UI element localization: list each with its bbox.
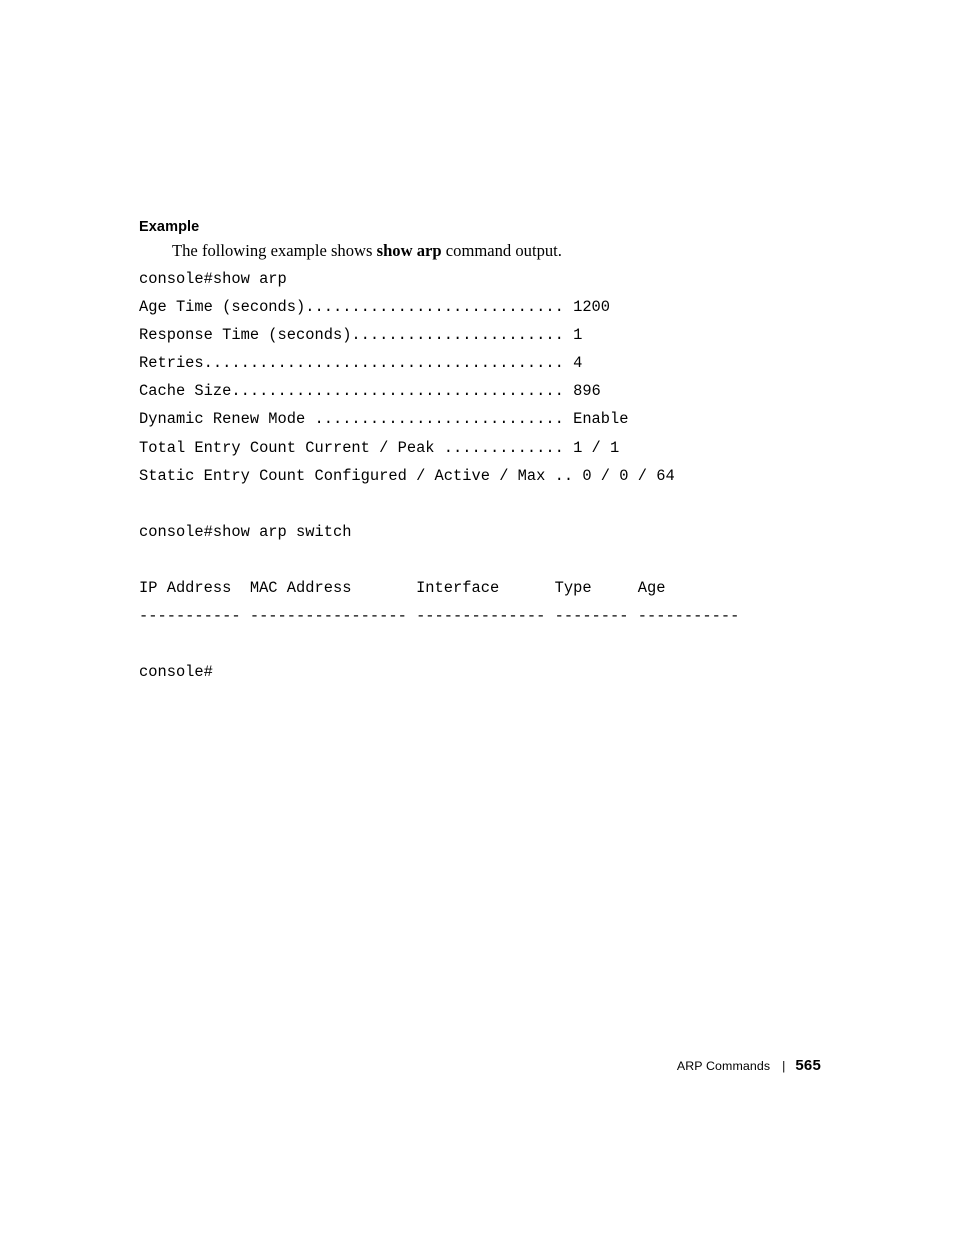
intro-paragraph-command: show arp <box>376 241 442 260</box>
intro-paragraph: The following example shows show arp com… <box>172 240 562 262</box>
console-line: console#show arp switch <box>139 522 352 541</box>
document-page: Example The following example shows show… <box>0 0 954 1235</box>
console-line: console# <box>139 663 213 682</box>
footer-page-number: 565 <box>795 1057 821 1074</box>
footer-inner: ARP Commands | 565 <box>677 1057 821 1074</box>
footer-separator: | <box>782 1059 786 1073</box>
console-line: Dynamic Renew Mode .....................… <box>139 410 629 429</box>
intro-paragraph-suffix: command output. <box>441 241 562 260</box>
console-output-block: console#show arp Age Time (seconds)......… <box>139 265 899 686</box>
console-line: Retries.................................… <box>139 354 583 373</box>
console-line: Static Entry Count Configured / Active /… <box>139 466 675 485</box>
console-line: Age Time (seconds)......................… <box>139 298 611 317</box>
console-line: Cache Size..............................… <box>139 382 601 401</box>
console-line: console#show arp <box>139 270 287 288</box>
footer-chapter-label: ARP Commands <box>676 1059 771 1073</box>
section-heading-example: Example <box>139 219 200 235</box>
console-line: Total Entry Count Current / Peak .......… <box>139 438 620 457</box>
console-line: IP Address MAC Address Interface Type Ag… <box>139 579 666 598</box>
console-line: Response Time (seconds).................… <box>139 326 583 345</box>
console-line: ----------- ----------------- ----------… <box>139 607 740 626</box>
intro-paragraph-prefix: The following example shows <box>172 241 377 260</box>
page-footer: ARP Commands | 565 <box>0 1057 954 1083</box>
